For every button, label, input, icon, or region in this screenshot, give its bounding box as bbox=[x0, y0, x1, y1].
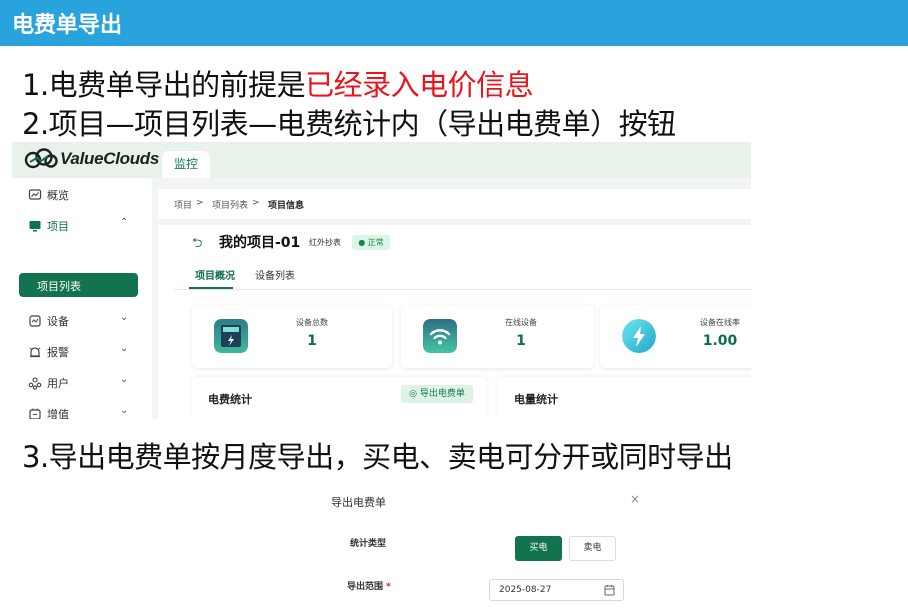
stat-value: 1.00 bbox=[702, 333, 738, 349]
sell-electricity-button[interactable]: 卖电 bbox=[569, 536, 616, 561]
stat-value: 1 bbox=[516, 333, 526, 349]
range-label-text: 导出范围 bbox=[347, 582, 384, 592]
sidebar-item-users[interactable]: 用户 ⌄ bbox=[12, 371, 144, 395]
wifi-icon bbox=[423, 319, 457, 353]
slide-title: 电费单导出 bbox=[12, 12, 123, 38]
project-card: ⮌ 我的项目-01 红外抄表 ● 正常 项目概况 设备列表 设备总数 1 在线设… bbox=[158, 225, 751, 419]
chart-icon bbox=[28, 189, 42, 200]
sidebar-item-value-added[interactable]: 增值 ⌄ bbox=[12, 402, 144, 419]
back-arrow-icon[interactable]: ⮌ bbox=[192, 234, 202, 256]
sidebar-sub-label: 项目列表 bbox=[37, 280, 81, 293]
page-title: 我的项目-01 bbox=[219, 235, 301, 251]
date-picker-input[interactable]: 2025-08-27 bbox=[489, 579, 624, 601]
cloud-logo-icon bbox=[24, 148, 58, 169]
export-dialog: 导出电费单 × 统计类型 买电 卖电 导出范围 * 2025-08-27 bbox=[300, 478, 650, 616]
stat-label: 设备总数 bbox=[296, 318, 328, 327]
instruction-line-2: 2.项目—项目列表—电费统计内（导出电费单）按钮 bbox=[22, 107, 676, 141]
monitor-icon bbox=[29, 221, 41, 232]
device-icon bbox=[29, 315, 41, 327]
tab-project-overview[interactable]: 项目概况 bbox=[195, 267, 235, 282]
electricity-fee-section: 电费统计 ◎ 导出电费单 bbox=[192, 377, 487, 419]
main-content: 项目 > 项目列表 > 项目信息 ⮌ 我的项目-01 红外抄表 ● 正常 项目概… bbox=[152, 178, 751, 419]
users-icon bbox=[28, 377, 42, 390]
line1-prefix: 1.电费单导出的前提是 bbox=[22, 68, 306, 102]
close-icon[interactable]: × bbox=[630, 492, 640, 506]
stat-label: 设备在线率 bbox=[700, 318, 740, 327]
stat-card-online-rate: 设备在线率 1.00 bbox=[600, 305, 751, 368]
section-title: 电量统计 bbox=[514, 393, 558, 406]
breadcrumb-item[interactable]: 项目列表 bbox=[212, 198, 248, 211]
tab-device-list[interactable]: 设备列表 bbox=[255, 267, 295, 282]
breadcrumb: 项目 > 项目列表 > 项目信息 bbox=[158, 189, 751, 219]
status-badge: ● 正常 bbox=[352, 235, 390, 250]
electricity-usage-section: 电量统计 bbox=[498, 377, 751, 419]
sidebar-item-label: 用户 bbox=[47, 377, 69, 390]
stat-label: 在线设备 bbox=[505, 318, 537, 327]
project-type-tag: 红外抄表 bbox=[309, 238, 341, 247]
eye-icon: ◎ bbox=[409, 389, 417, 399]
sidebar-item-label: 增值 bbox=[47, 408, 69, 419]
app-top-bar: ValueClouds 监控 bbox=[12, 142, 751, 178]
date-value: 2025-08-27 bbox=[499, 585, 552, 595]
sidebar-item-device[interactable]: 设备 ⌄ bbox=[12, 309, 144, 333]
stat-value: 1 bbox=[307, 333, 317, 349]
breadcrumb-item[interactable]: 项目 bbox=[174, 198, 192, 211]
calendar-icon bbox=[604, 585, 615, 596]
chevron-down-icon: ⌄ bbox=[120, 312, 129, 323]
sidebar-item-project[interactable]: 项目 ⌃ bbox=[12, 214, 144, 238]
section-title: 电费统计 bbox=[208, 393, 252, 406]
buy-electricity-button[interactable]: 买电 bbox=[515, 536, 562, 561]
meter-icon bbox=[214, 319, 248, 353]
export-button-label: 导出电费单 bbox=[419, 389, 465, 399]
sidebar-item-label: 项目 bbox=[47, 220, 69, 233]
line1-highlight: 已经录入电价信息 bbox=[305, 68, 534, 102]
stat-type-label: 统计类型 bbox=[350, 539, 387, 549]
sidebar-item-label: 设备 bbox=[47, 315, 69, 328]
logo-text: ValueClouds bbox=[60, 149, 160, 168]
chevron-down-icon: ⌄ bbox=[120, 343, 129, 354]
tab-divider bbox=[174, 289, 751, 290]
breadcrumb-separator: > bbox=[252, 198, 260, 208]
export-bill-button[interactable]: ◎ 导出电费单 bbox=[401, 385, 473, 403]
slide-header: 电费单导出 bbox=[0, 0, 908, 46]
export-range-label: 导出范围 * bbox=[347, 579, 391, 592]
dialog-title: 导出电费单 bbox=[331, 496, 386, 509]
breadcrumb-separator: > bbox=[196, 198, 204, 208]
instruction-line-3: 3.导出电费单按月度导出，买电、卖电可分开或同时导出 bbox=[22, 440, 733, 474]
tab-monitor[interactable]: 监控 bbox=[162, 151, 210, 178]
required-mark: * bbox=[386, 582, 391, 592]
sidebar-item-overview[interactable]: 概览 bbox=[12, 183, 144, 207]
logo: ValueClouds bbox=[24, 148, 159, 170]
app-screenshot: ValueClouds 监控 概览 项目 ⌃ 项目列表 设备 ⌄ 报警 ⌄ 用户 bbox=[12, 142, 751, 419]
chevron-down-icon: ⌄ bbox=[120, 405, 129, 416]
stat-card-total-devices: 设备总数 1 bbox=[192, 305, 392, 368]
value-add-icon bbox=[29, 408, 41, 419]
breadcrumb-current: 项目信息 bbox=[268, 201, 305, 211]
sidebar-item-label: 报警 bbox=[47, 346, 69, 359]
sidebar-item-alarm[interactable]: 报警 ⌄ bbox=[12, 340, 144, 364]
lightning-icon bbox=[622, 319, 656, 353]
chevron-up-icon: ⌃ bbox=[120, 217, 129, 228]
chevron-down-icon: ⌄ bbox=[120, 374, 129, 385]
sidebar-item-project-list[interactable]: 项目列表 bbox=[19, 273, 138, 297]
instruction-line-1: 1.电费单导出的前提是已经录入电价信息 bbox=[22, 62, 534, 104]
sidebar: 概览 项目 ⌃ 项目列表 设备 ⌄ 报警 ⌄ 用户 ⌄ 增值 ⌄ bbox=[12, 178, 144, 419]
stat-card-online-devices: 在线设备 1 bbox=[401, 305, 594, 368]
bell-icon bbox=[29, 347, 41, 358]
sidebar-item-label: 概览 bbox=[47, 189, 69, 202]
